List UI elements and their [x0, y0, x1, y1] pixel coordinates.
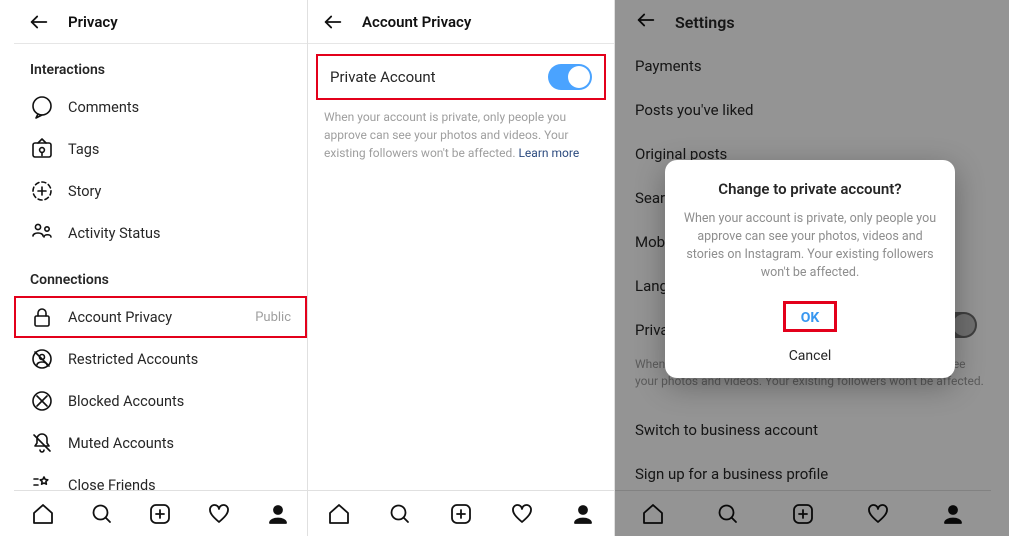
section-interactions: Interactions — [14, 44, 307, 86]
restricted-icon — [30, 347, 54, 371]
activity-icon — [30, 221, 54, 245]
row-story[interactable]: Story — [14, 170, 307, 212]
account-privacy-panel: Account Privacy Private Account When you… — [307, 0, 615, 536]
home-icon[interactable] — [327, 502, 351, 526]
comment-icon — [30, 95, 54, 119]
lock-icon — [30, 305, 54, 329]
dialog-title: Change to private account? — [683, 180, 937, 198]
confirm-dialog: Change to private account? When your acc… — [665, 160, 955, 378]
account-privacy-status: Public — [255, 310, 291, 325]
blocked-icon — [30, 389, 54, 413]
search-icon[interactable] — [388, 502, 412, 526]
privacy-panel: Privacy Interactions Comments Tags Story… — [0, 0, 307, 536]
private-account-row[interactable]: Private Account — [316, 54, 606, 100]
row-blocked[interactable]: Blocked Accounts — [14, 380, 307, 422]
home-icon[interactable] — [31, 502, 55, 526]
dialog-description: When your account is private, only peopl… — [683, 210, 937, 283]
private-account-description: When your account is private, only peopl… — [308, 100, 614, 162]
muted-icon — [30, 431, 54, 455]
add-icon[interactable] — [449, 502, 473, 526]
heart-icon[interactable] — [207, 502, 231, 526]
section-connections: Connections — [14, 254, 307, 296]
heart-icon[interactable] — [510, 502, 534, 526]
header: Account Privacy — [308, 0, 614, 44]
ok-button[interactable]: OK — [801, 310, 820, 326]
row-activity-status[interactable]: Activity Status — [14, 212, 307, 254]
row-account-privacy[interactable]: Account Privacy Public — [14, 296, 307, 338]
add-icon[interactable] — [148, 502, 172, 526]
row-restricted[interactable]: Restricted Accounts — [14, 338, 307, 380]
story-icon — [30, 179, 54, 203]
private-account-toggle[interactable] — [548, 64, 592, 90]
bottom-nav — [14, 490, 307, 536]
cancel-button[interactable]: Cancel — [683, 348, 937, 364]
row-muted[interactable]: Muted Accounts — [14, 422, 307, 464]
bottom-nav — [308, 490, 614, 536]
search-icon[interactable] — [90, 502, 114, 526]
page-title: Privacy — [68, 13, 118, 31]
tags-icon — [30, 137, 54, 161]
profile-icon[interactable] — [571, 502, 595, 526]
row-tags[interactable]: Tags — [14, 128, 307, 170]
row-comments[interactable]: Comments — [14, 86, 307, 128]
profile-icon[interactable] — [266, 502, 290, 526]
back-icon[interactable] — [322, 11, 344, 33]
settings-dialog-panel: Settings Payments Posts you've liked Ori… — [615, 0, 1009, 536]
back-icon[interactable] — [28, 11, 50, 33]
ok-button-highlight: OK — [783, 301, 838, 332]
learn-more-link[interactable]: Learn more — [518, 146, 579, 160]
header: Privacy — [14, 0, 307, 44]
page-title: Account Privacy — [362, 13, 471, 31]
